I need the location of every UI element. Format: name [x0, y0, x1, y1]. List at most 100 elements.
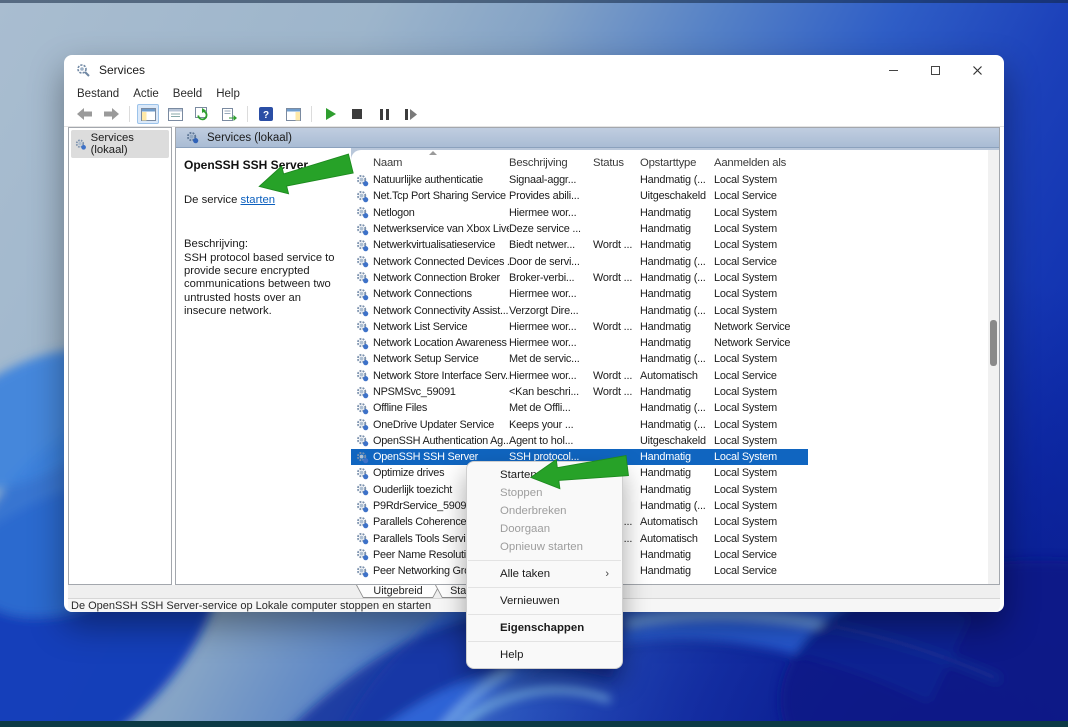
cell-desc: Provides abili... [509, 190, 593, 202]
column-header-startup[interactable]: Opstarttype [640, 157, 714, 169]
service-row[interactable]: Netwerkservice van Xbox LiveDeze service… [351, 221, 808, 237]
cell-startup: Handmatig [640, 386, 714, 398]
service-row[interactable]: Network Connectivity Assist...Verzorgt D… [351, 302, 808, 318]
start-service-link[interactable]: starten [241, 194, 276, 206]
cell-startup: Uitgeschakeld [640, 435, 714, 447]
service-row[interactable]: Offline FilesMet de Offli...Handmatig (.… [351, 400, 808, 416]
service-row[interactable]: NetlogonHiermee wor...HandmatigLocal Sys… [351, 205, 808, 221]
service-gear-icon [356, 532, 369, 545]
cell-logon: Local System [714, 500, 804, 512]
service-icon-cell [351, 434, 373, 447]
restart-service-button[interactable] [400, 104, 422, 124]
service-gear-icon [356, 337, 369, 350]
service-icon-cell [351, 386, 373, 399]
service-row[interactable]: Net.Tcp Port Sharing ServiceProvides abi… [351, 188, 808, 204]
cell-startup: Handmatig (... [640, 272, 714, 284]
start-service-button[interactable] [319, 104, 341, 124]
service-icon-cell [351, 369, 373, 382]
cell-logon: Local System [714, 386, 804, 398]
selected-service-title: OpenSSH SSH Server [184, 158, 343, 172]
service-row[interactable]: NPSMSvc_59091<Kan beschri...Wordt ...Han… [351, 384, 808, 400]
service-icon-cell [351, 190, 373, 203]
tab-uitgebreid[interactable]: Uitgebreid [356, 585, 440, 598]
service-row[interactable]: OneDrive Updater ServiceKeeps your ...Ha… [351, 416, 808, 432]
sort-ascending-icon [429, 151, 437, 156]
menu-actie[interactable]: Actie [133, 88, 159, 100]
cell-startup: Handmatig (... [640, 419, 714, 431]
service-row[interactable]: Network Connection BrokerBroker-verbi...… [351, 270, 808, 286]
stop-service-button[interactable] [346, 104, 368, 124]
forward-button[interactable] [100, 104, 122, 124]
cell-name: Natuurlijke authenticatie [373, 174, 509, 186]
context-menu-item-doorgaan[interactable]: Doorgaan [467, 520, 622, 538]
service-row[interactable]: Network List ServiceHiermee wor...Wordt … [351, 319, 808, 335]
console-tree-icon [141, 108, 156, 121]
service-gear-icon [356, 565, 369, 578]
service-gear-icon [356, 320, 369, 333]
service-row[interactable]: Network Connected Devices ...Door de ser… [351, 253, 808, 269]
context-menu-item-stoppen[interactable]: Stoppen [467, 484, 622, 502]
action-pane-icon [286, 108, 301, 121]
properties-button[interactable] [164, 104, 186, 124]
services-rows: Natuurlijke authenticatieSignaal-aggr...… [351, 172, 988, 579]
title-bar: Services [64, 55, 1004, 85]
start-service-icon [325, 108, 336, 120]
service-row[interactable]: Network Location AwarenessHiermee wor...… [351, 335, 808, 351]
tree-item-services-local[interactable]: Services (lokaal) [71, 130, 169, 158]
cell-startup: Handmatig [640, 549, 714, 561]
pause-service-button[interactable] [373, 104, 395, 124]
service-gear-icon [356, 271, 369, 284]
service-icon-cell [351, 500, 373, 513]
scrollbar-thumb[interactable] [990, 320, 997, 366]
console-tree-panel: Services (lokaal) [68, 127, 172, 585]
service-row[interactable]: Natuurlijke authenticatieSignaal-aggr...… [351, 172, 808, 188]
menu-bestand[interactable]: Bestand [77, 88, 119, 100]
context-menu-item-vernieuwen[interactable]: Vernieuwen [467, 592, 622, 610]
service-row[interactable]: OpenSSH Authentication Ag...Agent to hol… [351, 433, 808, 449]
service-icon-cell [351, 483, 373, 496]
back-button[interactable] [73, 104, 95, 124]
context-menu-item-eigenschappen[interactable]: Eigenschappen [467, 619, 622, 637]
services-list: NaamBeschrijvingStatusOpstarttypeAanmeld… [351, 150, 988, 584]
column-header-status[interactable]: Status [593, 157, 640, 169]
cell-logon: Local System [714, 419, 804, 431]
panel-header: Services (lokaal) [176, 128, 999, 148]
column-header-desc[interactable]: Beschrijving [509, 157, 593, 169]
cell-desc: Deze service ... [509, 223, 593, 235]
context-menu-item-help[interactable]: Help [467, 646, 622, 664]
column-header-logon[interactable]: Aanmelden als [714, 157, 804, 169]
cell-startup: Handmatig [640, 565, 714, 577]
service-icon-cell [351, 206, 373, 219]
menu-beeld[interactable]: Beeld [173, 88, 202, 100]
service-row[interactable]: NetwerkvirtualisatieserviceBiedt netwer.… [351, 237, 808, 253]
refresh-icon [195, 107, 210, 121]
console-tree-toggle-button[interactable] [137, 104, 159, 124]
close-button[interactable] [956, 56, 998, 84]
export-list-button[interactable] [218, 104, 240, 124]
column-header-name[interactable]: Naam [373, 157, 509, 169]
service-gear-icon [356, 548, 369, 561]
help-button[interactable]: ? [255, 104, 277, 124]
cell-logon: Local Service [714, 565, 804, 577]
maximize-button[interactable] [914, 56, 956, 84]
screen-top-edge [0, 0, 1068, 3]
service-icon-cell [351, 271, 373, 284]
service-icon-cell [351, 337, 373, 350]
context-menu-item-alle-taken[interactable]: Alle taken› [467, 565, 622, 583]
service-action-line: De service starten [184, 194, 343, 206]
cell-desc: Signaal-aggr... [509, 174, 593, 186]
service-row[interactable]: Network Store Interface Serv...Hiermee w… [351, 368, 808, 384]
menu-help[interactable]: Help [216, 88, 240, 100]
forward-icon [104, 108, 119, 120]
description-label: Beschrijving: [184, 238, 343, 250]
context-menu-item-opnieuw-starten[interactable]: Opnieuw starten [467, 538, 622, 556]
cell-name: Netlogon [373, 207, 509, 219]
refresh-button[interactable] [191, 104, 213, 124]
service-row[interactable]: Network ConnectionsHiermee wor...Handmat… [351, 286, 808, 302]
action-pane-toggle-button[interactable] [282, 104, 304, 124]
minimize-button[interactable] [872, 56, 914, 84]
context-menu-item-onderbreken[interactable]: Onderbreken [467, 502, 622, 520]
context-menu-item-starten[interactable]: Starten [467, 466, 622, 484]
list-scrollbar[interactable] [988, 150, 999, 584]
service-row[interactable]: Network Setup ServiceMet de servic...Han… [351, 351, 808, 367]
